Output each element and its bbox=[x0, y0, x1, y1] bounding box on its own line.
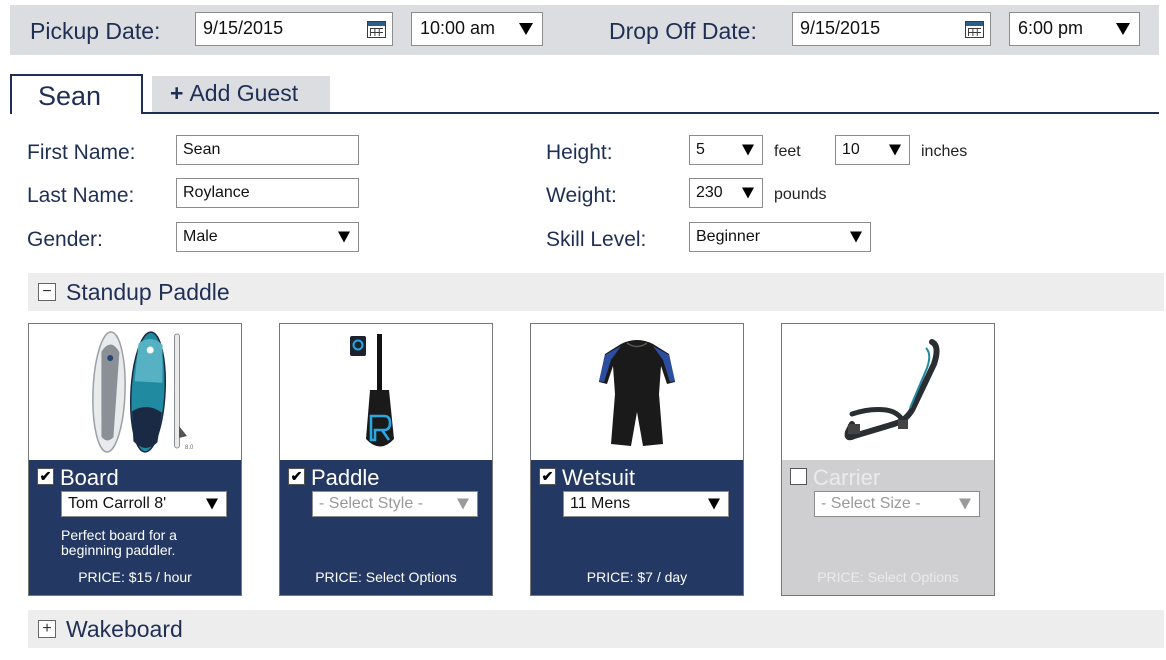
paddle-price: PRICE: Select Options bbox=[315, 569, 457, 585]
paddle-style-placeholder: - Select Style - bbox=[319, 495, 424, 512]
wetsuit-price: PRICE: $7 / day bbox=[586, 569, 688, 585]
last-name-label: Last Name: bbox=[27, 184, 135, 207]
paddle-checkbox[interactable]: ✔ bbox=[288, 468, 305, 485]
add-guest-label: Add Guest bbox=[189, 80, 299, 106]
board-model-value: Tom Carroll 8' bbox=[68, 495, 167, 512]
pickup-time-value: 10:00 am bbox=[420, 18, 496, 38]
calendar-icon[interactable] bbox=[965, 21, 984, 38]
carrier-size-select[interactable]: - Select Size - bbox=[814, 491, 980, 517]
carrier-strap-image bbox=[782, 324, 994, 460]
wetsuit-card: ✔ Wetsuit 11 Mens PRICE: $7 / day bbox=[530, 323, 744, 596]
chevron-down-icon bbox=[338, 231, 350, 243]
chevron-down-icon bbox=[850, 231, 862, 243]
board-checkbox[interactable]: ✔ bbox=[37, 468, 54, 485]
standup-paddle-section-header[interactable]: − Standup Paddle bbox=[28, 273, 1164, 311]
chevron-down-icon bbox=[519, 23, 533, 35]
chevron-down-icon bbox=[742, 144, 754, 156]
wetsuit-name: Wetsuit bbox=[562, 465, 635, 490]
chevron-down-icon bbox=[457, 498, 469, 510]
skill-level-value: Beginner bbox=[696, 228, 761, 245]
board-model-select[interactable]: Tom Carroll 8' bbox=[61, 491, 227, 517]
chevron-down-icon bbox=[959, 498, 971, 510]
carrier-price: PRICE: Select Options bbox=[817, 569, 959, 585]
wetsuit-size-value: 11 Mens bbox=[570, 495, 631, 512]
pounds-unit: pounds bbox=[774, 186, 827, 203]
pickup-date-label: Pickup Date: bbox=[30, 18, 161, 44]
board-card: 8.0 ✔ Board Tom Carroll 8' Perfect board… bbox=[28, 323, 242, 596]
height-inches-value: 10 bbox=[842, 141, 860, 158]
board-panel: ✔ Board Tom Carroll 8' Perfect board for… bbox=[29, 460, 241, 595]
first-name-label: First Name: bbox=[27, 141, 136, 164]
plus-icon: + bbox=[170, 80, 184, 106]
weight-label: Weight: bbox=[546, 184, 617, 207]
wakeboard-section-header[interactable]: + Wakeboard bbox=[28, 610, 1164, 648]
pickup-date-input[interactable]: 9/15/2015 bbox=[195, 12, 393, 46]
pickup-time-select[interactable]: 10:00 am bbox=[411, 12, 543, 46]
chevron-down-icon bbox=[742, 187, 754, 199]
wetsuit-panel: ✔ Wetsuit 11 Mens PRICE: $7 / day bbox=[531, 460, 743, 595]
carrier-size-placeholder: - Select Size - bbox=[821, 495, 921, 512]
collapse-icon[interactable]: − bbox=[38, 283, 56, 301]
paddleboard-image: 8.0 bbox=[29, 324, 241, 460]
paddle-card: ✔ Paddle - Select Style - PRICE: Select … bbox=[279, 323, 493, 596]
tab-label: Sean bbox=[38, 81, 102, 111]
weight-value: 230 bbox=[696, 184, 723, 201]
last-name-input[interactable] bbox=[176, 178, 359, 208]
dropoff-date-input[interactable]: 9/15/2015 bbox=[792, 12, 991, 46]
height-inches-select[interactable]: 10 bbox=[835, 135, 910, 165]
height-feet-value: 5 bbox=[696, 141, 705, 158]
carrier-card: Carrier - Select Size - PRICE: Select Op… bbox=[781, 323, 995, 596]
dropoff-date-label: Drop Off Date: bbox=[609, 18, 757, 44]
board-name: Board bbox=[60, 465, 119, 490]
weight-select[interactable]: 230 bbox=[689, 178, 763, 208]
calendar-icon[interactable] bbox=[367, 21, 386, 38]
skill-level-label: Skill Level: bbox=[546, 228, 647, 251]
board-price: PRICE: $15 / hour bbox=[78, 569, 192, 585]
gender-select[interactable]: Male bbox=[176, 222, 359, 252]
wetsuit-image bbox=[531, 324, 743, 460]
tab-divider bbox=[10, 112, 1159, 114]
inches-unit: inches bbox=[921, 143, 968, 160]
dropoff-time-value: 6:00 pm bbox=[1018, 18, 1084, 38]
board-description: Perfect board for a beginning paddler. bbox=[61, 527, 177, 558]
dropoff-date-value: 9/15/2015 bbox=[800, 18, 881, 38]
paddle-name: Paddle bbox=[311, 465, 380, 490]
section-title: Standup Paddle bbox=[66, 279, 230, 305]
first-name-input[interactable] bbox=[176, 135, 359, 165]
svg-text:8.0: 8.0 bbox=[185, 445, 194, 451]
dropoff-time-select[interactable]: 6:00 pm bbox=[1009, 12, 1140, 46]
height-label: Height: bbox=[546, 141, 613, 164]
carrier-panel: Carrier - Select Size - PRICE: Select Op… bbox=[782, 460, 994, 595]
gender-value: Male bbox=[183, 228, 218, 245]
tab-guest-sean[interactable]: Sean bbox=[10, 74, 143, 114]
date-bar: Pickup Date: 9/15/2015 10:00 am Drop Off… bbox=[10, 5, 1159, 55]
carrier-checkbox[interactable] bbox=[790, 468, 807, 485]
chevron-down-icon bbox=[206, 498, 218, 510]
chevron-down-icon bbox=[889, 144, 901, 156]
add-guest-tab[interactable]: + Add Guest bbox=[152, 76, 330, 112]
chevron-down-icon bbox=[1116, 23, 1130, 35]
gender-label: Gender: bbox=[27, 228, 103, 251]
height-feet-select[interactable]: 5 bbox=[689, 135, 763, 165]
feet-unit: feet bbox=[774, 143, 801, 160]
chevron-down-icon bbox=[708, 498, 720, 510]
carrier-name: Carrier bbox=[813, 465, 881, 490]
expand-icon[interactable]: + bbox=[38, 620, 56, 638]
wetsuit-checkbox[interactable]: ✔ bbox=[539, 468, 556, 485]
paddle-panel: ✔ Paddle - Select Style - PRICE: Select … bbox=[280, 460, 492, 595]
section-title: Wakeboard bbox=[66, 616, 183, 642]
paddle-style-select[interactable]: - Select Style - bbox=[312, 491, 478, 517]
skill-level-select[interactable]: Beginner bbox=[689, 222, 871, 252]
wetsuit-size-select[interactable]: 11 Mens bbox=[563, 491, 729, 517]
pickup-date-value: 9/15/2015 bbox=[203, 18, 284, 38]
paddle-image bbox=[280, 324, 492, 460]
